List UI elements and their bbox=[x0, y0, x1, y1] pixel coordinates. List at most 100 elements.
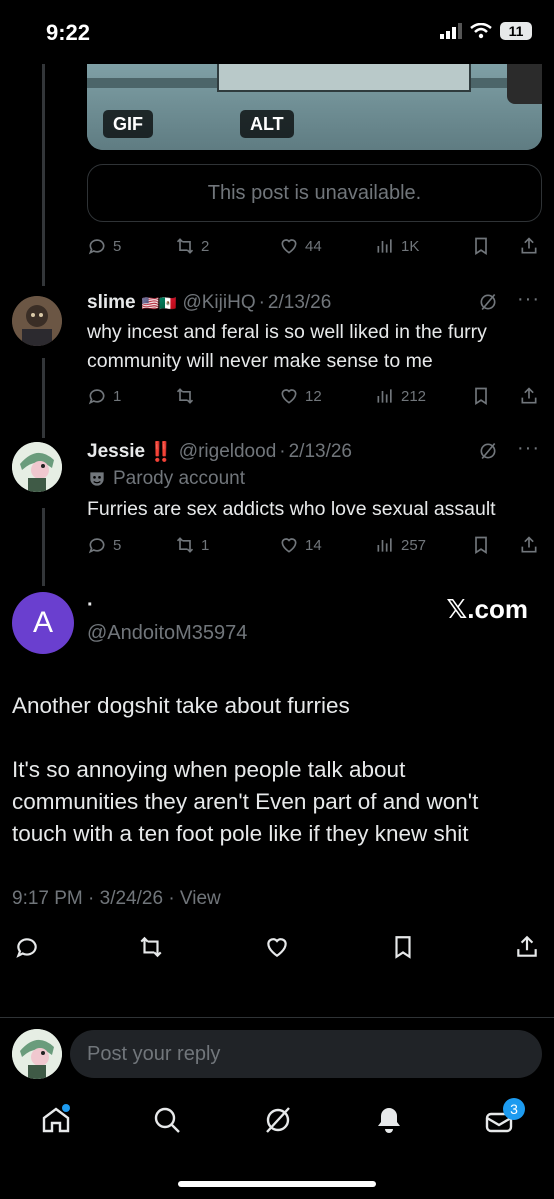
main-post-actions bbox=[12, 932, 542, 962]
share-icon[interactable] bbox=[514, 934, 540, 960]
tab-grok[interactable] bbox=[262, 1104, 294, 1141]
repost-button[interactable]: 2 bbox=[175, 236, 209, 256]
heart-icon bbox=[281, 389, 297, 404]
repost-icon[interactable] bbox=[138, 934, 164, 960]
messages-badge: 3 bbox=[503, 1098, 525, 1120]
status-time: 9:22 bbox=[46, 20, 91, 45]
tab-notifications[interactable] bbox=[373, 1104, 405, 1141]
avatar[interactable] bbox=[12, 296, 62, 346]
post-header: Jessie ‼️ @rigeldood · 2/13/26 ··· bbox=[87, 437, 542, 467]
main-timestamp[interactable]: 9:17 PM · 3/24/26 · View bbox=[12, 888, 221, 910]
battery-icon: 11 bbox=[500, 22, 532, 40]
reply-count: 1 bbox=[113, 387, 122, 405]
post-text-line: community will never make sense to me bbox=[87, 350, 433, 372]
reply-button[interactable]: 1 bbox=[87, 386, 121, 406]
post-text: why incest and feral is so well liked in… bbox=[87, 318, 542, 376]
tab-search[interactable] bbox=[151, 1104, 183, 1141]
status-icons: 11 bbox=[440, 22, 532, 40]
reply-icon bbox=[88, 389, 105, 405]
quoted-post-unavailable: This post is unavailable. bbox=[87, 164, 542, 222]
post-text: Furries are sex addicts who love sexual … bbox=[87, 495, 542, 524]
share-button[interactable] bbox=[519, 386, 539, 406]
display-name[interactable]: slime bbox=[87, 292, 136, 314]
grok-icon bbox=[266, 1107, 290, 1133]
share-icon bbox=[521, 237, 537, 254]
bookmark-button[interactable] bbox=[471, 386, 491, 406]
main-line: touch with a ten foot pole like if they … bbox=[12, 821, 469, 846]
post-text-line: why incest and feral is so well liked in… bbox=[87, 321, 487, 343]
alt-badge[interactable]: ALT bbox=[240, 110, 294, 138]
post-date[interactable]: 2/13/26 bbox=[289, 441, 352, 463]
views-button[interactable]: 1K bbox=[375, 236, 419, 256]
post-media-gif[interactable]: GIF ALT bbox=[87, 64, 542, 150]
main-avatar[interactable]: A bbox=[12, 592, 74, 654]
like-count: 12 bbox=[305, 387, 322, 405]
home-indicator bbox=[178, 1181, 376, 1187]
post-date[interactable]: 2/13/26 bbox=[268, 292, 331, 314]
share-icon bbox=[521, 387, 537, 404]
parody-mask-icon bbox=[90, 472, 104, 486]
repost-button[interactable] bbox=[175, 386, 201, 406]
more-options-icon[interactable]: ··· bbox=[517, 288, 540, 311]
tab-home[interactable] bbox=[40, 1104, 72, 1141]
thread-line bbox=[42, 508, 45, 586]
reply-count: 5 bbox=[113, 237, 122, 255]
grok-icon[interactable] bbox=[478, 441, 498, 467]
repost-count: 2 bbox=[201, 237, 210, 255]
my-avatar[interactable] bbox=[12, 1029, 62, 1079]
bell-icon bbox=[378, 1108, 400, 1133]
bookmark-button[interactable] bbox=[471, 236, 491, 256]
heart-icon[interactable] bbox=[264, 934, 290, 960]
views-count: 212 bbox=[401, 387, 427, 405]
post-actions: 5 2 44 1K bbox=[87, 232, 542, 260]
main-display-name[interactable]: · bbox=[87, 594, 94, 617]
views-count: 1K bbox=[401, 237, 420, 255]
main-line: It's so annoying when people talk about bbox=[12, 757, 406, 782]
x-watermark: 𝕏.com bbox=[446, 594, 528, 624]
divider bbox=[0, 1017, 554, 1018]
post-text-line: Furries are sex addicts who love sexual … bbox=[87, 498, 496, 520]
avatar[interactable] bbox=[12, 442, 62, 492]
bookmark-icon bbox=[475, 237, 487, 256]
parody-text: Parody account bbox=[113, 468, 246, 489]
views-icon bbox=[377, 239, 392, 253]
views-icon bbox=[377, 389, 392, 403]
handle[interactable]: @rigeldood bbox=[179, 441, 276, 463]
reply-button[interactable]: 5 bbox=[87, 236, 121, 256]
main-line: communities they aren't Even part of and… bbox=[12, 789, 479, 814]
flag-emojis: 🇺🇸🇲🇽 bbox=[141, 294, 177, 311]
post-actions: 1 12 212 bbox=[87, 382, 542, 410]
like-count: 14 bbox=[305, 536, 322, 554]
views-icon bbox=[377, 538, 392, 552]
views-button[interactable]: 212 bbox=[375, 386, 426, 406]
bookmark-icon[interactable] bbox=[390, 934, 416, 960]
like-button[interactable]: 14 bbox=[279, 535, 322, 555]
repost-count: 1 bbox=[201, 536, 210, 554]
reply-input[interactable]: Post your reply bbox=[70, 1030, 542, 1078]
display-name[interactable]: Jessie bbox=[87, 441, 145, 463]
like-button[interactable]: 12 bbox=[279, 386, 322, 406]
heart-icon bbox=[281, 239, 297, 254]
views-button[interactable]: 257 bbox=[375, 535, 426, 555]
like-button[interactable]: 44 bbox=[279, 236, 322, 256]
signal-icon bbox=[440, 23, 462, 39]
main-handle[interactable]: @AndoitoM35974 bbox=[87, 622, 247, 645]
reply-icon[interactable] bbox=[14, 934, 40, 960]
handle[interactable]: @KijiHQ bbox=[182, 292, 255, 314]
share-button[interactable] bbox=[519, 535, 539, 555]
reply-button[interactable]: 5 bbox=[87, 535, 121, 555]
thread-line bbox=[42, 64, 45, 286]
search-icon bbox=[154, 1107, 180, 1133]
thread-line bbox=[42, 358, 45, 438]
bookmark-button[interactable] bbox=[471, 535, 491, 555]
more-options-icon[interactable]: ··· bbox=[517, 437, 540, 460]
gif-badge: GIF bbox=[103, 110, 153, 138]
bookmark-icon bbox=[475, 387, 487, 406]
main-post-text: Another dogshit take about furries It's … bbox=[12, 690, 542, 850]
unavailable-text: This post is unavailable. bbox=[207, 181, 422, 204]
views-count: 257 bbox=[401, 536, 427, 554]
home-notification-dot bbox=[62, 1104, 70, 1112]
repost-button[interactable]: 1 bbox=[175, 535, 209, 555]
grok-icon[interactable] bbox=[478, 292, 498, 318]
share-button[interactable] bbox=[519, 236, 539, 256]
